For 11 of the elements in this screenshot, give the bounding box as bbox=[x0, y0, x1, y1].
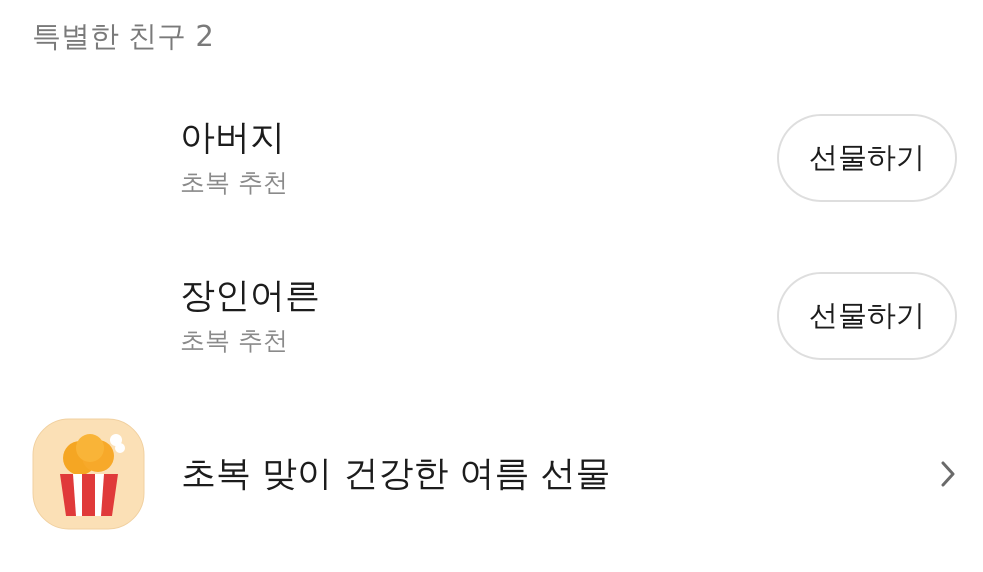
gift-button[interactable]: 선물하기 bbox=[777, 114, 957, 202]
promo-text: 초복 맞이 건강한 여름 선물 bbox=[181, 453, 612, 496]
popcorn-icon bbox=[32, 418, 145, 530]
friend-subtitle: 초복 추천 bbox=[180, 168, 289, 198]
promo-banner[interactable]: 초복 맞이 건강한 여름 선물 bbox=[0, 418, 983, 530]
gift-button[interactable]: 선물하기 bbox=[777, 272, 957, 360]
section-title: 특별한 친구 2 bbox=[32, 19, 214, 53]
friend-name: 아버지 bbox=[180, 118, 286, 158]
chevron-right-icon bbox=[941, 461, 955, 487]
friend-name: 장인어른 bbox=[180, 276, 321, 316]
friend-subtitle: 초복 추천 bbox=[180, 326, 289, 356]
